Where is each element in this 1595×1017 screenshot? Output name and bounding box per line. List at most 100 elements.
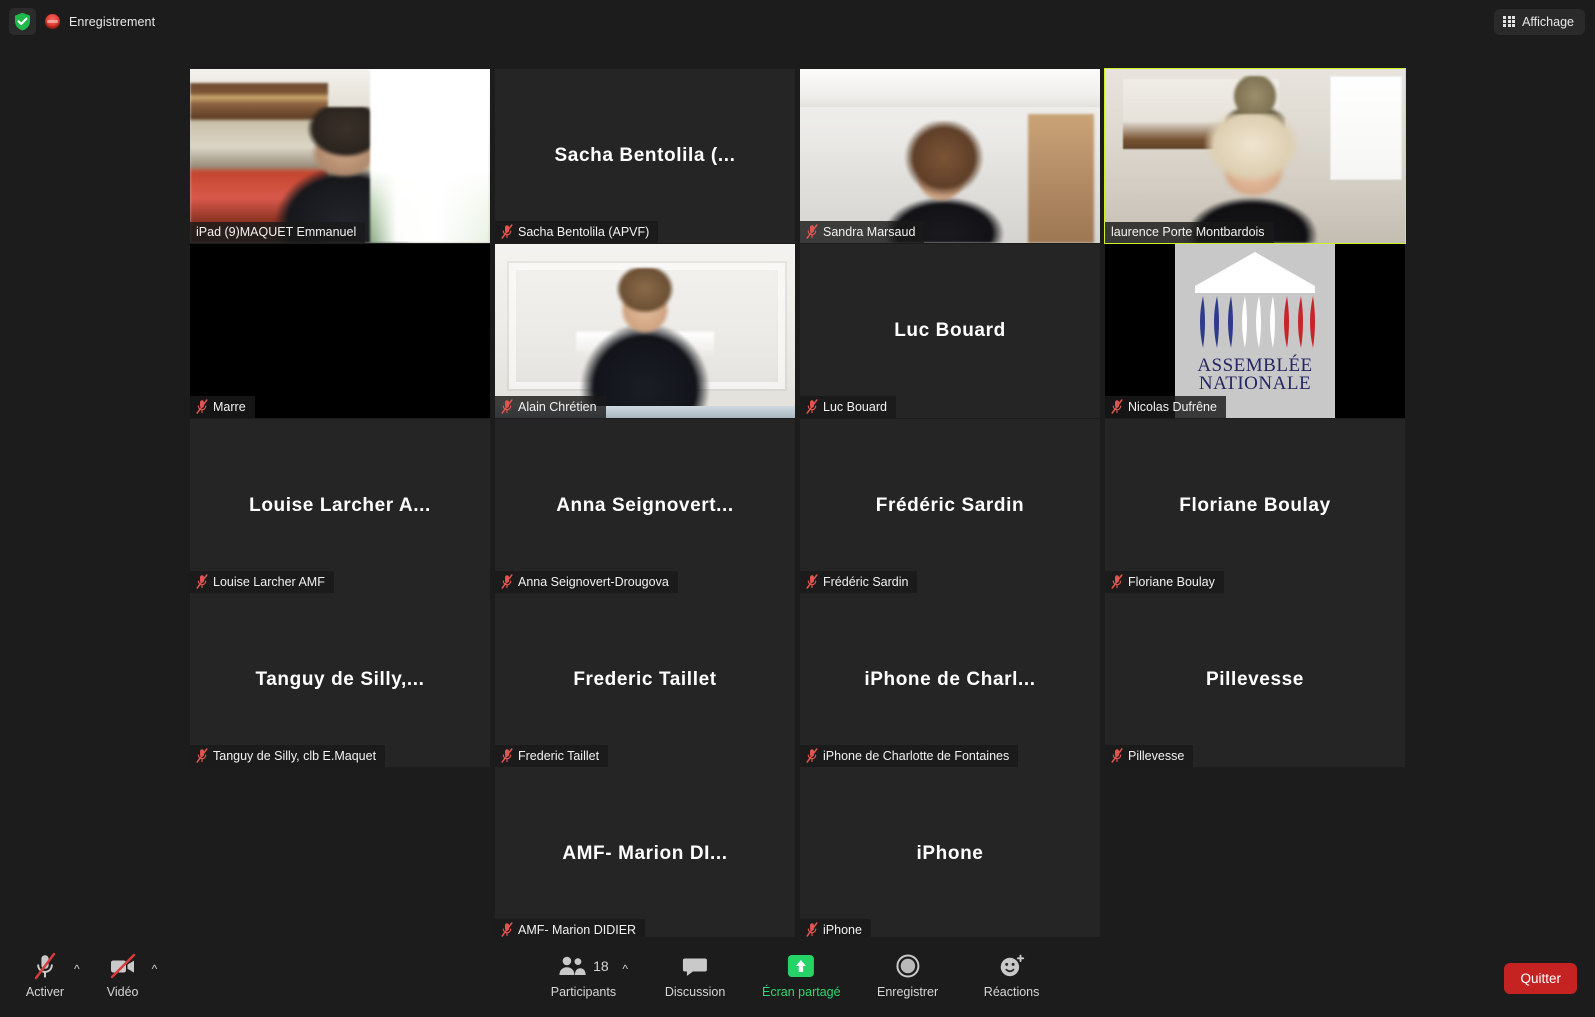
leave-meeting-button[interactable]: Quitter: [1504, 963, 1577, 994]
participant-tile[interactable]: Floriane Boulay Floriane Boulay: [1105, 419, 1405, 593]
participant-center-name: Frederic Taillet: [573, 669, 717, 690]
video-toggle-button[interactable]: Vidéo: [96, 945, 150, 999]
view-button[interactable]: Affichage: [1494, 8, 1585, 35]
share-screen-button[interactable]: Écran partagé: [762, 945, 841, 999]
participant-name: Nicolas Dufrêne: [1128, 399, 1217, 414]
participant-center-name: iPhone de Charl...: [864, 669, 1036, 690]
participant-nameplate: laurence Porte Montbardois: [1105, 222, 1274, 243]
microphone-muted-icon: [1111, 748, 1123, 763]
participant-tile[interactable]: Frédéric Sardin Frédéric Sardin: [800, 419, 1100, 593]
participant-name: Floriane Boulay: [1128, 574, 1215, 589]
microphone-muted-icon: [501, 224, 513, 239]
zoom-meeting-window: Enregistrement Affichage iPad (9)MAQUET …: [0, 0, 1595, 1017]
microphone-muted-icon: [33, 952, 57, 980]
microphone-muted-icon: [806, 922, 818, 937]
recording-indicator[interactable]: Enregistrement: [45, 14, 155, 29]
microphone-muted-icon: [501, 574, 513, 589]
participant-tile[interactable]: AMF- Marion DI... AMF- Marion DIDIER: [495, 767, 795, 941]
record-label: Enregistrer: [877, 985, 939, 999]
share-screen-label: Écran partagé: [762, 985, 841, 999]
recording-dot-icon: [45, 14, 60, 29]
mute-toggle-label: Activer: [25, 985, 65, 999]
reactions-button[interactable]: Réactions: [975, 945, 1049, 999]
gallery-row: Tanguy de Silly,... Tanguy de Silly, clb…: [0, 593, 1595, 768]
participant-nameplate: iPhone de Charlotte de Fontaines: [800, 745, 1019, 767]
participants-count: 18: [593, 958, 609, 974]
participant-tile[interactable]: Pillevesse Pillevesse: [1105, 593, 1405, 767]
participant-tile[interactable]: Luc Bouard Luc Bouard: [800, 244, 1100, 418]
participant-nameplate: Luc Bouard: [800, 396, 896, 418]
audio-options-chevron-up-icon[interactable]: ^: [74, 963, 80, 975]
participant-name: laurence Porte Montbardois: [1111, 225, 1265, 239]
participant-nameplate: Frédéric Sardin: [800, 571, 918, 593]
participant-tile[interactable]: Alain Chrétien: [495, 244, 795, 418]
participant-nameplate: Marre: [190, 396, 255, 418]
participant-center-name: Tanguy de Silly,...: [255, 669, 425, 690]
microphone-muted-icon: [501, 399, 513, 414]
participant-tile[interactable]: iPhone de Charl... iPhone de Charlotte d…: [800, 593, 1100, 767]
microphone-muted-icon: [501, 748, 513, 763]
participant-name: iPad (9)MAQUET Emmanuel: [196, 225, 357, 239]
participants-button[interactable]: 18 Participants: [546, 945, 620, 999]
participant-name: Frederic Taillet: [518, 748, 600, 763]
participant-tile[interactable]: iPad (9)MAQUET Emmanuel: [190, 69, 490, 243]
participant-name: Marre: [213, 399, 246, 414]
gallery-row: Marre Alain Chrétien Luc Bouard Luc Boua…: [0, 244, 1595, 419]
participants-label: Participants: [550, 985, 617, 999]
participant-name: Louise Larcher AMF: [213, 574, 325, 589]
participant-tile[interactable]: iPhone iPhone: [800, 767, 1100, 941]
microphone-muted-icon: [196, 399, 208, 414]
participant-nameplate: Sandra Marsaud: [800, 221, 925, 243]
participant-tile-active-speaker[interactable]: laurence Porte Montbardois: [1104, 68, 1406, 244]
participant-name: Pillevesse: [1128, 748, 1185, 763]
logo-line-2: NATIONALE: [1198, 373, 1312, 395]
participant-name: Frédéric Sardin: [823, 574, 909, 589]
participant-gallery: iPad (9)MAQUET Emmanuel Sacha Bentolila …: [0, 43, 1595, 941]
participant-nameplate: iPad (9)MAQUET Emmanuel: [190, 222, 366, 243]
participant-nameplate: Tanguy de Silly, clb E.Maquet: [190, 745, 386, 767]
participant-tile[interactable]: Frederic Taillet Frederic Taillet: [495, 593, 795, 767]
participant-nameplate: Louise Larcher AMF: [190, 571, 334, 593]
participant-tile[interactable]: ASSEMBLÉE NATIONALE Nicolas Dufrêne: [1105, 244, 1405, 418]
participant-nameplate: Frederic Taillet: [495, 745, 609, 767]
participant-name: AMF- Marion DIDIER: [518, 922, 637, 937]
microphone-muted-icon: [806, 224, 818, 239]
toolbar-center-group: 18 Participants ^ Discussion Écran parta…: [546, 945, 1048, 999]
video-feed: [190, 69, 490, 243]
participant-center-name: Frédéric Sardin: [875, 495, 1025, 516]
participant-name: iPhone: [823, 922, 862, 937]
video-options-chevron-up-icon[interactable]: ^: [152, 963, 158, 975]
participant-name: Alain Chrétien: [518, 399, 597, 414]
participant-nameplate: Nicolas Dufrêne: [1105, 396, 1226, 418]
microphone-muted-icon: [806, 748, 818, 763]
reactions-label: Réactions: [983, 985, 1040, 999]
participant-center-name: AMF- Marion DI...: [562, 843, 728, 864]
chat-button[interactable]: Discussion: [658, 945, 732, 999]
participant-center-name: Sacha Bentolila (...: [554, 145, 736, 166]
participant-nameplate: Pillevesse: [1105, 745, 1194, 767]
participant-tile[interactable]: Sacha Bentolila (... Sacha Bentolila (AP…: [495, 69, 795, 243]
participant-name: Sandra Marsaud: [823, 224, 916, 239]
mute-toggle-button[interactable]: Activer: [18, 945, 72, 999]
participant-name: Tanguy de Silly, clb E.Maquet: [213, 748, 377, 763]
participant-tile[interactable]: Tanguy de Silly,... Tanguy de Silly, clb…: [190, 593, 490, 767]
participant-center-name: iPhone: [916, 843, 984, 864]
participant-tile[interactable]: Anna Seignovert... Anna Seignovert-Droug…: [495, 419, 795, 593]
participant-tile[interactable]: Sandra Marsaud: [800, 69, 1100, 243]
microphone-muted-icon: [196, 748, 208, 763]
grid-view-icon: [1503, 15, 1516, 28]
record-button[interactable]: Enregistrer: [871, 945, 945, 999]
participant-center-name: Luc Bouard: [894, 320, 1006, 341]
participant-tile[interactable]: Louise Larcher A... Louise Larcher AMF: [190, 419, 490, 593]
video-feed: [800, 69, 1100, 243]
participant-name: Luc Bouard: [823, 399, 887, 414]
microphone-muted-icon: [196, 574, 208, 589]
toolbar-left-group: Activer ^ Vidéo ^: [18, 945, 157, 999]
participants-chevron-up-icon[interactable]: ^: [622, 963, 628, 975]
participant-center-name: Anna Seignovert...: [556, 495, 734, 516]
record-circle-icon: [895, 952, 921, 980]
shield-check-icon[interactable]: [9, 8, 36, 35]
top-bar: Enregistrement Affichage: [0, 0, 1595, 43]
participant-tile[interactable]: Marre: [190, 244, 490, 418]
top-bar-left: Enregistrement: [9, 8, 155, 35]
